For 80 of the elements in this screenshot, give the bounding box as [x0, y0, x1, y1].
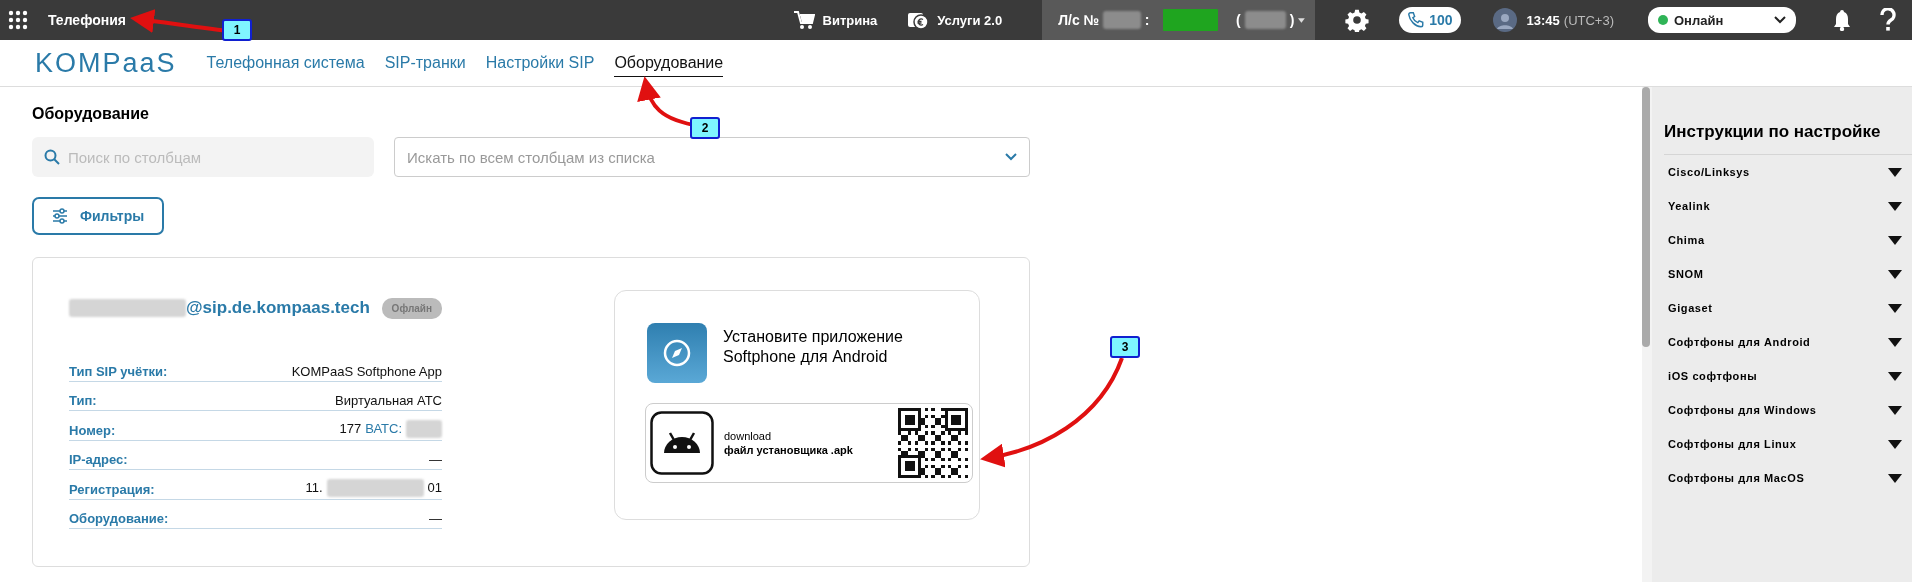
- search-icon: [44, 149, 60, 165]
- cart-icon: [792, 10, 815, 30]
- accordion-item[interactable]: Софтфоны для MacOS: [1652, 461, 1912, 495]
- compass-app-icon: [647, 323, 707, 383]
- triangle-icon: [1888, 371, 1902, 381]
- field-value: Виртуальная АТС: [335, 393, 442, 408]
- clock-time: 13:45: [1526, 12, 1560, 28]
- download-caption: download: [724, 430, 773, 442]
- qr-code-icon: [898, 408, 968, 478]
- chevron-down-icon: [1005, 153, 1017, 161]
- triangle-icon: [1888, 439, 1902, 449]
- promo-title: Установите приложение Softphone для Android: [723, 327, 904, 367]
- field-value: KOMPaaS Softphone App: [291, 363, 442, 379]
- file-name: файл установщика .apk: [724, 444, 854, 456]
- annotation-badge: 1: [222, 19, 252, 41]
- help-icon[interactable]: [1880, 8, 1896, 32]
- annotation-badge: 2: [690, 117, 720, 139]
- field-value: 11.: [305, 480, 323, 495]
- field-value: 01: [427, 480, 442, 495]
- caret-icon: [1298, 17, 1306, 23]
- search-field[interactable]: Поиск по столбцам: [32, 137, 374, 177]
- accordion-item[interactable]: Софтфоны для Windows: [1652, 393, 1912, 427]
- logo[interactable]: KOMPaaS: [35, 47, 177, 79]
- field-label: Регистрация:: [69, 481, 155, 497]
- android-icon: [650, 411, 714, 475]
- field-label: IP-адрес:: [69, 452, 128, 467]
- panel-title: Инструкции по настройке: [1664, 122, 1912, 155]
- settings-icon[interactable]: [1345, 8, 1370, 32]
- coin-icon: [907, 10, 930, 30]
- bell-icon[interactable]: [1832, 9, 1852, 31]
- page-title: Оборудование: [32, 105, 150, 123]
- accordion-item[interactable]: Cisco/Linksys: [1652, 155, 1912, 189]
- triangle-icon: [1888, 167, 1902, 177]
- services-link[interactable]: Услуги 2.0: [907, 10, 1003, 30]
- triangle-icon: [1888, 201, 1902, 211]
- chevron-down-icon: [1774, 16, 1786, 24]
- field-value: —: [429, 511, 442, 526]
- accordion-item[interactable]: iOS софтфоны: [1652, 359, 1912, 393]
- triangle-icon: [1888, 337, 1902, 347]
- account-selector[interactable]: Л/с № : ( ): [1042, 0, 1316, 40]
- triangle-icon: [1888, 405, 1902, 415]
- accordion-item[interactable]: Chima: [1652, 223, 1912, 257]
- accordion-item[interactable]: Софтфоны для Android: [1652, 325, 1912, 359]
- status-select[interactable]: Онлайн: [1648, 7, 1796, 33]
- accordion-item[interactable]: Yealink: [1652, 189, 1912, 223]
- apps-grid-icon[interactable]: [8, 10, 28, 30]
- triangle-icon: [1888, 303, 1902, 313]
- field-label: Тип:: [69, 393, 97, 408]
- accordion-item[interactable]: SNOM: [1652, 257, 1912, 291]
- scrollbar-thumb[interactable]: [1642, 87, 1650, 347]
- nav-tab[interactable]: SIP-транки: [384, 50, 466, 76]
- section-title: Телефония: [48, 12, 126, 28]
- nav-tab[interactable]: Настройки SIP: [485, 50, 595, 76]
- field-label: Номер:: [69, 422, 116, 438]
- field-value: 177: [339, 421, 362, 436]
- sliders-icon: [52, 208, 68, 224]
- triangle-icon: [1888, 269, 1902, 279]
- annotation-badge: 3: [1110, 336, 1140, 358]
- showcase-link[interactable]: Витрина: [792, 10, 878, 30]
- calls-counter[interactable]: 100: [1399, 7, 1461, 33]
- sip-address: @sip.de.kompaas.tech: [186, 298, 371, 318]
- accordion-item[interactable]: Софтфоны для Linux: [1652, 427, 1912, 461]
- nav-tab[interactable]: Телефонная система: [206, 50, 365, 76]
- pbx-link[interactable]: ВАТС:: [365, 421, 402, 436]
- redacted-area: [1103, 11, 1141, 29]
- filters-button[interactable]: Фильтры: [32, 197, 165, 235]
- field-label: Тип SIP учётки:: [69, 363, 168, 379]
- timezone-label: (UTC+3): [1563, 12, 1614, 28]
- triangle-icon: [1888, 235, 1902, 245]
- field-label: Оборудование:: [69, 511, 169, 526]
- nav-tab[interactable]: Оборудование: [614, 49, 724, 77]
- avatar-icon[interactable]: [1492, 8, 1517, 32]
- accordion-item[interactable]: Gigaset: [1652, 291, 1912, 325]
- triangle-icon: [1888, 473, 1902, 483]
- field-value: —: [429, 452, 442, 467]
- redacted-area: [1244, 11, 1286, 29]
- apk-download-button[interactable]: download файл установщика .apk: [645, 403, 973, 483]
- status-badge: Офлайн: [381, 297, 442, 319]
- phone-icon: [1407, 11, 1426, 29]
- calls-count: 100: [1429, 12, 1453, 28]
